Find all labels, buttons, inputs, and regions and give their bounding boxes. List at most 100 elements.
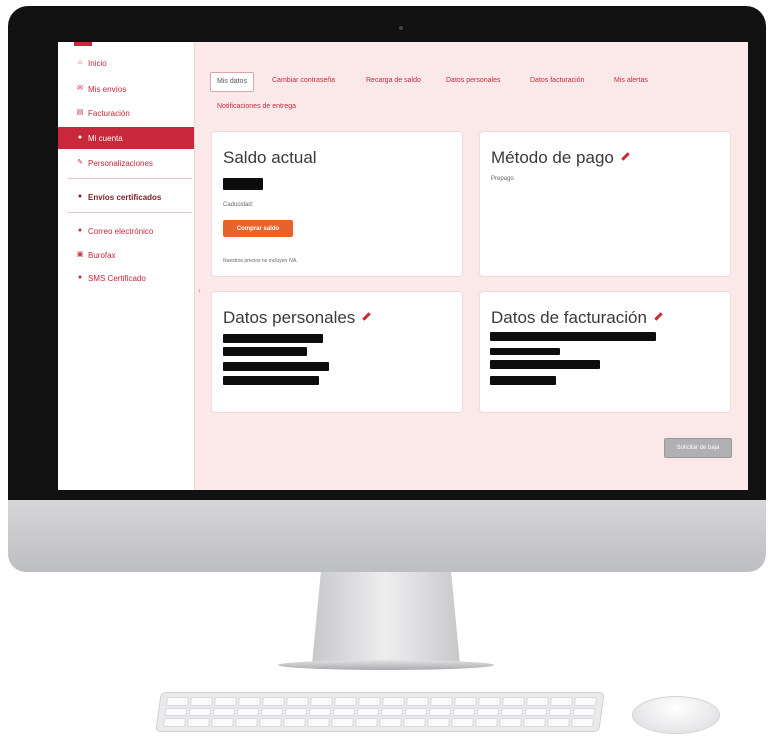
keyboard-key bbox=[549, 697, 574, 706]
buy-balance-button[interactable]: Comprar saldo bbox=[223, 220, 293, 237]
keyboard-key bbox=[210, 718, 235, 727]
billing-data-redacted bbox=[490, 376, 556, 385]
payment-title-text: Método de pago bbox=[491, 148, 614, 167]
monitor-stand bbox=[312, 572, 460, 664]
certified-icon: ● bbox=[77, 193, 83, 200]
edit-icon: ✎ bbox=[77, 159, 83, 166]
balance-caption: Caducidad: bbox=[223, 202, 254, 208]
tab-datos-facturacion[interactable]: Datos facturación bbox=[530, 72, 584, 90]
keyboard-key bbox=[474, 718, 499, 727]
sidebar-divider bbox=[68, 212, 192, 213]
pencil-icon[interactable] bbox=[654, 312, 663, 321]
tab-recarga-de-saldo[interactable]: Recarga de saldo bbox=[366, 72, 421, 90]
pencil-icon[interactable] bbox=[362, 312, 372, 321]
keyboard-key bbox=[237, 697, 262, 706]
fax-icon: ▣ bbox=[76, 251, 84, 258]
keyboard-key bbox=[380, 707, 404, 717]
sidebar-item-label: SMS Certificado bbox=[88, 273, 146, 283]
keyboard-key bbox=[213, 697, 238, 706]
tab-mis-alertas[interactable]: Mis alertas bbox=[614, 72, 648, 90]
keyboard-key bbox=[452, 707, 476, 717]
keyboard-key bbox=[450, 718, 475, 727]
price-note: Nuestros precios no incluyen IVA. bbox=[223, 258, 298, 264]
personal-data-card: Datos personales bbox=[212, 292, 462, 412]
balance-amount-redacted bbox=[223, 178, 263, 190]
keyboard-key bbox=[476, 707, 500, 717]
sidebar-item-label: Facturación bbox=[88, 108, 130, 118]
keyboard-key bbox=[570, 718, 595, 727]
keyboard-key bbox=[165, 697, 190, 706]
keyboard-key bbox=[306, 718, 331, 727]
keyboard-key bbox=[404, 707, 428, 717]
payment-card: Método de pago Prepago bbox=[480, 132, 730, 276]
sidebar-item-label: Mi cuenta bbox=[88, 133, 123, 143]
sidebar-item-personalizaciones[interactable]: ✎ Personalizaciones bbox=[58, 152, 194, 174]
keyboard-key bbox=[426, 718, 451, 727]
sidebar-item-inicio[interactable]: ⌂ Inicio bbox=[58, 52, 194, 74]
invoice-icon: ▤ bbox=[76, 109, 84, 116]
keyboard-key bbox=[261, 697, 286, 706]
keyboard-key bbox=[522, 718, 547, 727]
sidebar-item-envios-certificados[interactable]: ● Envíos certificados bbox=[58, 186, 194, 208]
keyboard-key bbox=[164, 707, 188, 717]
sms-icon: ● bbox=[77, 274, 83, 281]
screen: ⌂ Inicio ✉ Mis envíos ▤ Facturación ● Mi… bbox=[58, 42, 748, 490]
personal-data-redacted bbox=[223, 347, 307, 356]
keyboard-key bbox=[477, 697, 502, 706]
keyboard-key bbox=[546, 718, 571, 727]
keyboard-key bbox=[500, 707, 524, 717]
unsubscribe-button[interactable]: Solicitar de baja bbox=[664, 438, 732, 458]
keyboard-key bbox=[498, 718, 523, 727]
keyboard-key bbox=[186, 718, 211, 727]
keyboard-key bbox=[524, 707, 548, 717]
keyboard-key bbox=[356, 707, 380, 717]
billing-data-card: Datos de facturación bbox=[480, 292, 730, 412]
keyboard-key bbox=[333, 697, 358, 706]
keyboard-key bbox=[309, 697, 334, 706]
balance-title: Saldo actual bbox=[223, 148, 317, 167]
keyboard-key bbox=[357, 697, 382, 706]
payment-title: Método de pago bbox=[491, 148, 630, 168]
sidebar-item-label: Personalizaciones bbox=[88, 158, 153, 168]
sidebar-item-mi-cuenta[interactable]: ● Mi cuenta bbox=[58, 127, 194, 149]
tab-cambiar-contrasena[interactable]: Cambiar contraseña bbox=[272, 72, 335, 90]
payment-method-value: Prepago bbox=[491, 176, 514, 182]
billing-data-redacted bbox=[490, 348, 560, 355]
home-icon: ⌂ bbox=[77, 59, 83, 66]
sidebar-item-label: Burofax bbox=[88, 250, 116, 260]
monitor-chin bbox=[8, 500, 766, 572]
keyboard-key bbox=[234, 718, 259, 727]
pencil-icon[interactable] bbox=[621, 152, 630, 161]
tab-mis-datos[interactable]: Mis datos bbox=[210, 72, 254, 92]
keyboard bbox=[155, 692, 605, 732]
keyboard-key bbox=[332, 707, 356, 717]
keyboard-key bbox=[378, 718, 403, 727]
billing-data-redacted bbox=[490, 332, 656, 341]
billing-data-redacted bbox=[490, 360, 600, 369]
tab-notificaciones-de-entrega[interactable]: Notificaciones de entrega bbox=[217, 98, 296, 116]
billing-data-title: Datos de facturación bbox=[491, 308, 663, 328]
keyboard-key bbox=[572, 707, 596, 717]
tab-datos-personales[interactable]: Datos personales bbox=[446, 72, 500, 90]
keyboard-key bbox=[284, 707, 308, 717]
sidebar-item-burofax[interactable]: ▣ Burofax bbox=[58, 244, 194, 266]
sidebar-item-label: Inicio bbox=[88, 58, 107, 68]
keyboard-key bbox=[330, 718, 355, 727]
sidebar: ⌂ Inicio ✉ Mis envíos ▤ Facturación ● Mi… bbox=[58, 42, 195, 490]
sidebar-item-correo-electronico[interactable]: ● Correo electrónico bbox=[58, 220, 194, 242]
sidebar-item-facturacion[interactable]: ▤ Facturación bbox=[58, 102, 194, 124]
keyboard-key bbox=[258, 718, 283, 727]
keyboard-key bbox=[236, 707, 260, 717]
sidebar-item-sms-certificado[interactable]: ● SMS Certificado bbox=[58, 267, 194, 289]
collapse-handle[interactable]: ‹ bbox=[198, 286, 201, 295]
sidebar-item-mis-envios[interactable]: ✉ Mis envíos bbox=[58, 78, 194, 100]
sidebar-item-label: Mis envíos bbox=[88, 84, 127, 94]
personal-data-redacted bbox=[223, 334, 323, 343]
keyboard-key bbox=[525, 697, 550, 706]
keyboard-key bbox=[162, 718, 187, 727]
personal-data-redacted bbox=[223, 362, 329, 371]
keyboard-key bbox=[188, 707, 212, 717]
keyboard-key bbox=[189, 697, 214, 706]
balance-card: Saldo actual Caducidad: Comprar saldo Nu… bbox=[212, 132, 462, 276]
personal-data-title: Datos personales bbox=[223, 308, 372, 328]
